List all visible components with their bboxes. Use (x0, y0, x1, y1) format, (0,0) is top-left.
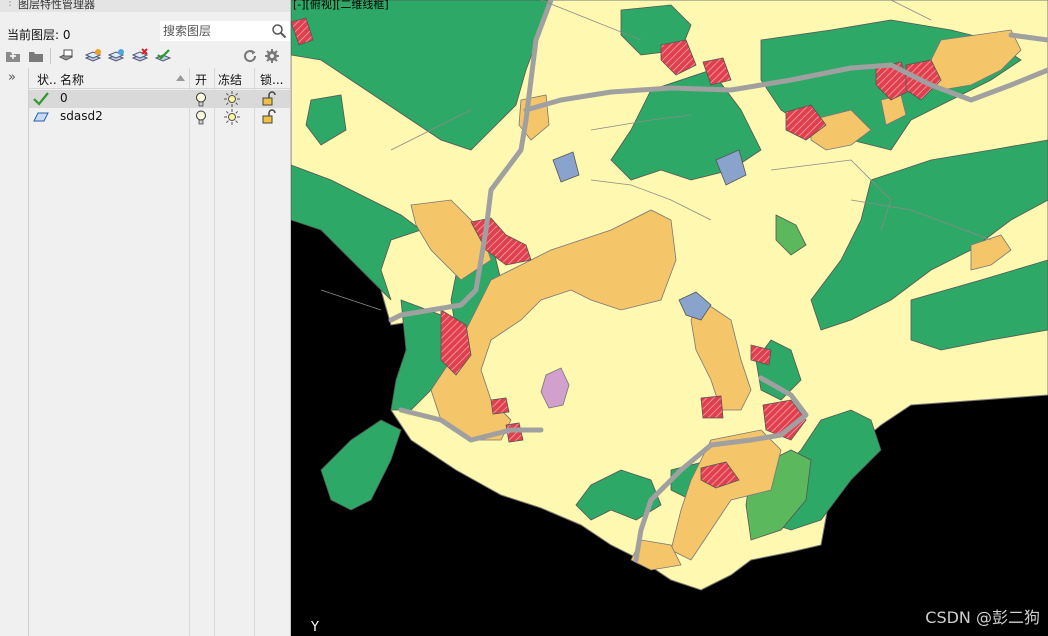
column-status[interactable]: 状.. (37, 71, 57, 88)
land-use-map[interactable] (291, 0, 1048, 636)
table-row[interactable]: sdasd2 (29, 108, 290, 126)
search-input[interactable] (163, 23, 267, 39)
layer-name[interactable]: 0 (60, 91, 68, 105)
sort-up-icon (176, 75, 185, 81)
refresh-icon[interactable] (242, 48, 258, 64)
drawing-viewport[interactable]: [-][俯视][二维线框] Y CSDN @彭二狗 (291, 0, 1048, 636)
lightbulb-icon[interactable] (195, 92, 207, 107)
search-box[interactable] (160, 21, 290, 41)
column-divider (214, 68, 215, 636)
layer-properties-palette: ⋮ 图层特性管理器 当前图层: 0 搜索图层 » 状.. 名称 开 冻结 锁..… (0, 0, 291, 636)
filter-tree-panel[interactable]: » (0, 68, 29, 636)
column-lock[interactable]: 锁... (260, 71, 283, 88)
unlock-icon[interactable] (261, 109, 277, 125)
layer-states-icon[interactable] (58, 48, 74, 64)
table-row[interactable]: 0 (29, 90, 290, 108)
watermark: CSDN @彭二狗 (925, 608, 1040, 627)
lightbulb-icon[interactable] (195, 110, 207, 125)
forest-area[interactable] (320, 419, 402, 511)
unlock-icon[interactable] (261, 91, 277, 107)
search-icon[interactable] (271, 23, 287, 39)
grip-icon[interactable]: ⋮ (5, 0, 15, 8)
sun-icon[interactable] (224, 109, 240, 125)
ucs-icon: Y (311, 620, 319, 635)
urban-area[interactable] (700, 395, 724, 419)
new-group-filter-icon[interactable] (5, 48, 21, 64)
toolbar-divider (50, 48, 51, 64)
layer-icon (33, 112, 49, 122)
new-property-filter-icon[interactable] (28, 48, 44, 64)
column-divider (254, 68, 255, 636)
new-layer-frozen-vp-icon[interactable] (108, 48, 124, 64)
column-divider (189, 68, 190, 636)
current-check-icon (33, 92, 49, 106)
column-freeze[interactable]: 冻结 (218, 71, 242, 88)
palette-title-bar[interactable]: ⋮ 图层特性管理器 (0, 0, 290, 12)
delete-layer-icon[interactable] (132, 48, 148, 64)
set-current-icon[interactable] (155, 48, 171, 64)
viewport-controls[interactable]: [-][俯视][二维线框] (293, 0, 389, 12)
current-layer-label: 当前图层: 0 (7, 28, 71, 42)
palette-toolbar (0, 46, 290, 66)
column-on[interactable]: 开 (195, 71, 207, 88)
urban-area[interactable] (490, 397, 510, 415)
settings-icon[interactable] (264, 48, 280, 64)
expand-filter-icon[interactable]: » (8, 70, 16, 85)
palette-title: 图层特性管理器 (18, 0, 95, 11)
column-name[interactable]: 名称 (60, 71, 84, 88)
layer-name[interactable]: sdasd2 (60, 109, 103, 123)
sun-icon[interactable] (224, 91, 240, 107)
layer-list-header: 状.. 名称 开 冻结 锁... (29, 68, 290, 89)
new-layer-icon[interactable] (85, 48, 101, 64)
